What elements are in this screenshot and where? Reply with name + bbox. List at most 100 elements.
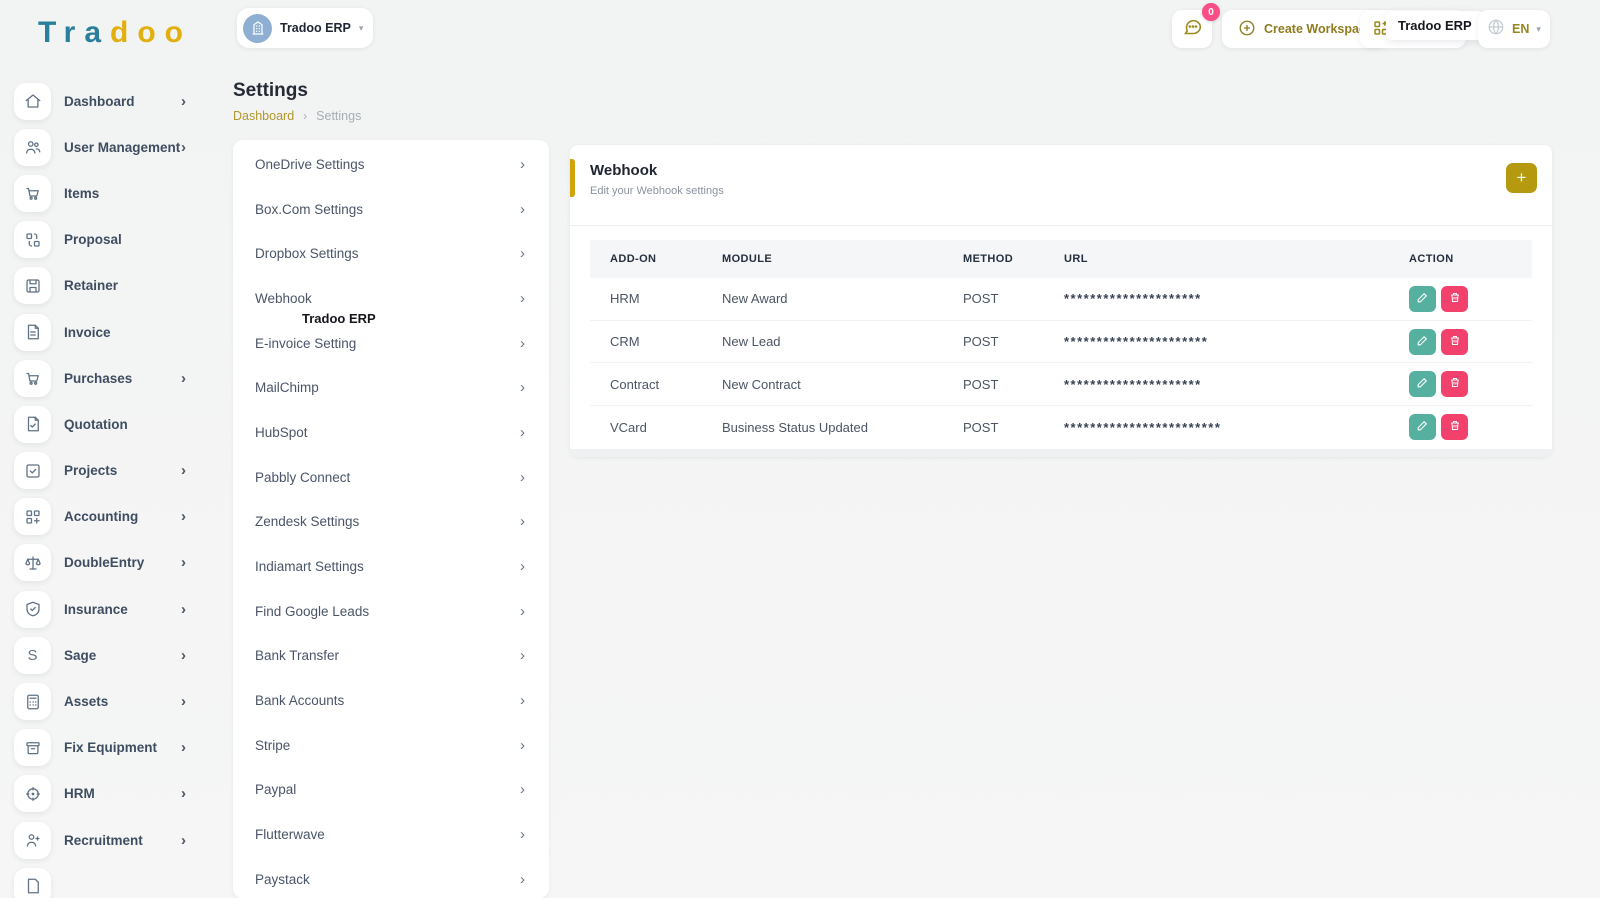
sidebar-item-insurance[interactable]: Insurance› [0,586,210,632]
sidebar-item-accounting[interactable]: Accounting› [0,494,210,540]
settings-item-dropbox-settings[interactable]: Dropbox Settings› [233,231,549,276]
retainer-icon [14,267,51,304]
sidebar-item-projects[interactable]: Projects› [0,448,210,494]
settings-item-label: Bank Accounts [255,693,520,708]
sidebar-item-retainer[interactable]: Retainer [0,263,210,309]
settings-item-indiamart-settings[interactable]: Indiamart Settings› [233,544,549,589]
building-icon [243,14,272,43]
column-header-module: MODULE [722,253,963,265]
proposal-icon [14,221,51,258]
webhook-title: Webhook [590,162,657,179]
settings-item-zendesk-settings[interactable]: Zendesk Settings› [233,500,549,545]
chevron-right-icon: › [181,370,186,387]
settings-item-find-google-leads[interactable]: Find Google Leads› [233,589,549,634]
sidebar-item-hrm[interactable]: HRM› [0,771,210,817]
logo-part-yellow: doo [110,16,192,49]
edit-button[interactable] [1409,414,1436,440]
settings-item-e-invoice-setting[interactable]: E-invoice Setting› [233,321,549,366]
settings-item-label: Dropbox Settings [255,246,520,261]
delete-button[interactable] [1441,286,1468,312]
cell-addon: CRM [590,334,722,349]
sidebar-item-purchases[interactable]: Purchases› [0,355,210,401]
table-row: ContractNew ContractPOST****************… [590,363,1532,406]
trash-icon [1449,291,1461,307]
breadcrumb-dashboard[interactable]: Dashboard [233,109,294,123]
settings-item-paypal[interactable]: Paypal› [233,768,549,813]
sidebar-item-label: Sage [64,648,181,663]
delete-button[interactable] [1441,371,1468,397]
sidebar-item-dashboard[interactable]: Dashboard› [0,78,210,124]
pencil-icon [1416,376,1429,392]
settings-item-label: Flutterwave [255,827,520,842]
sidebar-item-label: Purchases [64,371,181,386]
workspace-selector[interactable]: Tradoo ERP ▾ [237,8,373,48]
sidebar-item-fix-equipment[interactable]: Fix Equipment› [0,725,210,771]
settings-item-hubspot[interactable]: HubSpot› [233,410,549,455]
globe-icon [1487,18,1505,41]
sidebar-item-label: Retainer [64,278,210,293]
cell-method: POST [963,291,1064,306]
sidebar-item-proposal[interactable]: Proposal [0,217,210,263]
settings-item-bank-accounts[interactable]: Bank Accounts› [233,678,549,723]
chevron-right-icon: › [181,601,186,618]
chevron-right-icon: › [520,826,525,843]
sidebar-item-items[interactable]: Items [0,170,210,216]
sidebar-item-label: Assets [64,694,181,709]
breadcrumb: Dashboard › Settings [233,109,361,123]
settings-item-stripe[interactable]: Stripe› [233,723,549,768]
sidebar-item-sage[interactable]: SSage› [0,632,210,678]
home-icon [14,83,51,120]
column-header-add-on: ADD-ON [590,253,722,265]
add-webhook-button[interactable]: + [1506,163,1537,193]
webhook-subtitle: Edit your Webhook settings [590,185,724,197]
sidebar-item-recruitment[interactable]: Recruitment› [0,817,210,863]
cart-icon [14,360,51,397]
settings-item-bank-transfer[interactable]: Bank Transfer› [233,634,549,679]
chevron-down-icon: ▾ [1536,24,1541,35]
sidebar-item-user-management[interactable]: User Management› [0,124,210,170]
shield-icon [14,591,51,628]
sidebar-item-partial[interactable] [0,863,210,898]
settings-item-label: Find Google Leads [255,604,520,619]
settings-item-flutterwave[interactable]: Flutterwave› [233,812,549,857]
settings-item-mailchimp[interactable]: MailChimp› [233,365,549,410]
edit-button[interactable] [1409,371,1436,397]
table-row: VCardBusiness Status UpdatedPOST********… [590,406,1532,449]
accounting-icon [14,498,51,535]
edit-button[interactable] [1409,329,1436,355]
delete-button[interactable] [1441,414,1468,440]
chevron-right-icon: › [520,558,525,575]
messages-button[interactable]: 0 [1172,10,1212,48]
hrm-icon [14,775,51,812]
table-row: CRMNew LeadPOST********************** [590,321,1532,364]
invoice-icon [14,314,51,351]
cell-url: ************************ [1064,420,1409,435]
sidebar-item-assets[interactable]: Assets› [0,678,210,724]
settings-item-paystack[interactable]: Paystack› [233,857,549,898]
plus-circle-icon [1238,19,1256,40]
delete-button[interactable] [1441,329,1468,355]
create-workspace-label: Create Workspace [1264,22,1373,36]
cell-url: ********************* [1064,377,1409,392]
chevron-right-icon: › [520,692,525,709]
users-icon [14,129,51,166]
settings-item-label: Indiamart Settings [255,559,520,574]
trash-icon [1449,419,1461,435]
sidebar-item-quotation[interactable]: Quotation [0,401,210,447]
chevron-right-icon: › [181,554,186,571]
logo-part-teal: Tra [38,16,110,49]
chevron-right-icon: › [520,603,525,620]
trash-icon [1449,334,1461,350]
sidebar-item-label: Quotation [64,417,210,432]
language-selector[interactable]: EN ▾ [1478,10,1550,48]
settings-item-pabbly-connect[interactable]: Pabbly Connect› [233,455,549,500]
sidebar-item-invoice[interactable]: Invoice [0,309,210,355]
sidebar-item-label: Dashboard [64,94,181,109]
settings-item-webhook[interactable]: Webhook› [233,276,549,321]
table-header-row: ADD-ONMODULEMETHODURLACTION [590,240,1532,278]
settings-item-onedrive-settings[interactable]: OneDrive Settings› [233,142,549,187]
sidebar-item-doubleentry[interactable]: DoubleEntry› [0,540,210,586]
cell-addon: VCard [590,420,722,435]
settings-item-box-com-settings[interactable]: Box.Com Settings› [233,187,549,232]
edit-button[interactable] [1409,286,1436,312]
